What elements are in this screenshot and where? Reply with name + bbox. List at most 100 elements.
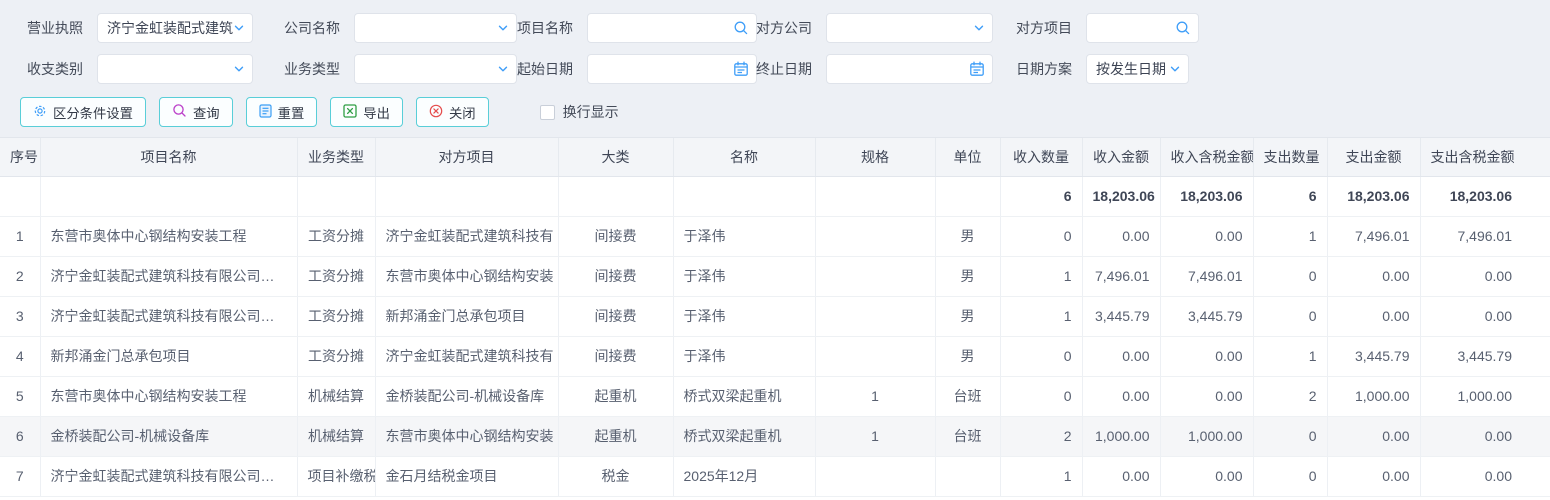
project-name-field: 项目名称: [517, 13, 757, 43]
table-cell: [935, 176, 1000, 216]
column-header: 大类: [558, 138, 673, 176]
gear-icon: [33, 104, 47, 121]
table-cell: 起重机: [558, 376, 673, 416]
table-cell: [375, 176, 558, 216]
table-row[interactable]: 5 东营市奥体中心钢结构安装工程 机械结算 金桥装配公司-机械设备库 起重机 桥…: [0, 376, 1550, 416]
search-icon: [172, 103, 187, 121]
export-excel-icon: [343, 104, 357, 121]
table-row[interactable]: 6 金桥装配公司-机械设备库 机械结算 东营市奥体中心钢结构安装 起重机 桥式双…: [0, 416, 1550, 456]
income-expense-category-select[interactable]: [97, 54, 253, 84]
close-label: 关闭: [449, 103, 476, 122]
condition-settings-label: 区分条件设置: [53, 103, 133, 122]
table-cell: 0.00: [1327, 256, 1420, 296]
table-cell: 18,203.06: [1327, 176, 1420, 216]
counterparty-company-label: 对方公司: [756, 18, 814, 38]
table-cell: 5: [0, 376, 40, 416]
results-table-container: 序号 项目名称 业务类型 对方项目 大类 名称 规格 单位 收入数量 收入金额 …: [0, 137, 1550, 500]
table-row[interactable]: 4 新邦涌金门总承包项目 工资分摊 济宁金虹装配式建筑科技有 间接费 于泽伟 男…: [0, 336, 1550, 376]
export-button[interactable]: 导出: [330, 97, 403, 127]
condition-settings-button[interactable]: 区分条件设置: [20, 97, 146, 127]
column-header: 支出含税金额: [1420, 138, 1550, 176]
business-type-field: 业务类型: [284, 54, 517, 84]
table-cell: 台班: [935, 416, 1000, 456]
table-cell: 0.00: [1082, 376, 1160, 416]
table-cell: [935, 456, 1000, 496]
business-type-select[interactable]: [354, 54, 517, 84]
project-name-input[interactable]: [587, 13, 757, 43]
table-cell: 0.00: [1327, 456, 1420, 496]
table-cell: 金石月结税金项目: [375, 456, 558, 496]
end-date-input[interactable]: [826, 54, 993, 84]
table-cell: 机械结算: [297, 416, 375, 456]
column-header: 收入数量: [1000, 138, 1082, 176]
table-cell: 0.00: [1327, 416, 1420, 456]
table-row[interactable]: 7 济宁金虹装配式建筑科技有限公司… 项目补缴税 金石月结税金项目 税金 202…: [0, 456, 1550, 496]
table-cell: 0.00: [1420, 416, 1550, 456]
table-cell: 0.00: [1160, 336, 1253, 376]
table-cell: [297, 176, 375, 216]
table-cell: 于泽伟: [673, 296, 815, 336]
table-cell: 济宁金虹装配式建筑科技有: [375, 216, 558, 256]
counterparty-company-select[interactable]: [826, 13, 993, 43]
table-cell: 3,445.79: [1160, 296, 1253, 336]
column-header: 收入含税金额: [1160, 138, 1253, 176]
table-cell: 东营市奥体中心钢结构安装工程: [40, 376, 297, 416]
close-button[interactable]: 关闭: [416, 97, 489, 127]
query-button[interactable]: 查询: [159, 97, 233, 127]
counterparty-project-input[interactable]: [1086, 13, 1199, 43]
export-label: 导出: [363, 103, 390, 122]
calendar-icon[interactable]: [969, 61, 985, 77]
table-row[interactable]: 1 东营市奥体中心钢结构安装工程 工资分摊 济宁金虹装配式建筑科技有 间接费 于…: [0, 216, 1550, 256]
table-cell: [815, 216, 935, 256]
results-table: 序号 项目名称 业务类型 对方项目 大类 名称 规格 单位 收入数量 收入金额 …: [0, 138, 1550, 497]
table-cell: 新邦涌金门总承包项目: [375, 296, 558, 336]
summary-row: 6 18,203.06 18,203.06 6 18,203.06 18,203…: [0, 176, 1550, 216]
table-cell: 1,000.00: [1160, 416, 1253, 456]
table-cell: [815, 176, 935, 216]
start-date-input[interactable]: [587, 54, 757, 84]
table-cell: [40, 176, 297, 216]
table-cell: 1,000.00: [1327, 376, 1420, 416]
table-cell: 男: [935, 256, 1000, 296]
table-cell: 金桥装配公司-机械设备库: [375, 376, 558, 416]
business-license-label: 营业执照: [27, 18, 85, 38]
wrap-display-checkbox[interactable]: [540, 105, 555, 120]
business-license-select[interactable]: 济宁金虹装配式建筑: [97, 13, 253, 43]
income-expense-category-field: 收支类别: [27, 54, 253, 84]
table-cell: 工资分摊: [297, 216, 375, 256]
chevron-down-icon: [233, 22, 245, 34]
search-icon[interactable]: [1175, 20, 1191, 36]
table-cell: 2: [1000, 416, 1082, 456]
table-cell: 0: [1253, 256, 1327, 296]
income-expense-category-label: 收支类别: [27, 59, 85, 79]
table-cell: 间接费: [558, 256, 673, 296]
table-cell: 0.00: [1160, 376, 1253, 416]
search-icon[interactable]: [733, 20, 749, 36]
close-circle-icon: [429, 104, 443, 121]
end-date-field: 终止日期: [756, 54, 993, 84]
reset-button[interactable]: 重置: [246, 97, 318, 127]
table-cell: 2025年12月: [673, 456, 815, 496]
chevron-down-icon: [973, 22, 985, 34]
table-cell: [558, 176, 673, 216]
chevron-down-icon: [497, 63, 509, 75]
date-scheme-select[interactable]: 按发生日期: [1086, 54, 1189, 84]
header-row: 序号 项目名称 业务类型 对方项目 大类 名称 规格 单位 收入数量 收入金额 …: [0, 138, 1550, 176]
chevron-down-icon: [497, 22, 509, 34]
table-cell: 18,203.06: [1082, 176, 1160, 216]
calendar-icon[interactable]: [733, 61, 749, 77]
column-header: 收入金额: [1082, 138, 1160, 176]
company-name-field: 公司名称: [284, 13, 517, 43]
table-cell: 2: [1253, 376, 1327, 416]
table-cell: [815, 296, 935, 336]
table-cell: 0.00: [1420, 296, 1550, 336]
table-cell: 起重机: [558, 416, 673, 456]
table-cell: 1: [815, 376, 935, 416]
table-cell: 济宁金虹装配式建筑科技有限公司…: [40, 256, 297, 296]
table-row[interactable]: 3 济宁金虹装配式建筑科技有限公司… 工资分摊 新邦涌金门总承包项目 间接费 于…: [0, 296, 1550, 336]
table-row[interactable]: 2 济宁金虹装配式建筑科技有限公司… 工资分摊 东营市奥体中心钢结构安装 间接费…: [0, 256, 1550, 296]
table-cell: [815, 336, 935, 376]
table-cell: 2: [0, 256, 40, 296]
date-scheme-field: 日期方案 按发生日期: [1016, 54, 1189, 84]
company-name-select[interactable]: [354, 13, 517, 43]
